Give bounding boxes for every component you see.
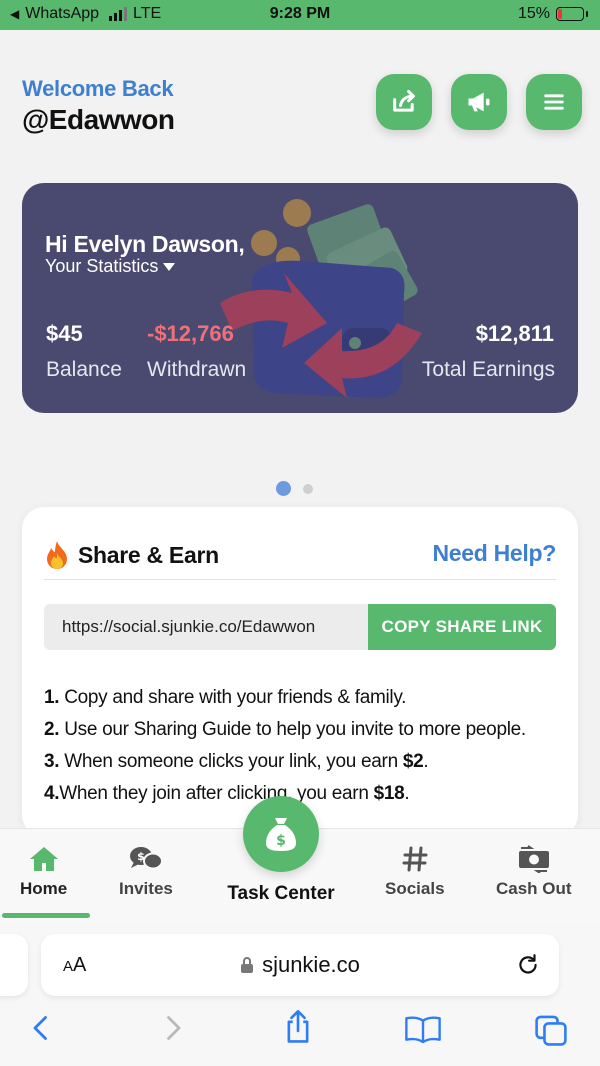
- address-domain: sjunkie.co: [41, 952, 559, 978]
- browser-toolbar: AA sjunkie.co: [0, 922, 600, 1066]
- carousel-dot[interactable]: [303, 483, 313, 494]
- lock-icon: [241, 957, 254, 973]
- money-bag-icon: $: [266, 818, 296, 851]
- back-icon[interactable]: [28, 1014, 56, 1042]
- share-title: Share & Earn: [44, 540, 219, 570]
- battery-percent: 15%: [517, 5, 550, 22]
- hashtag-icon: [402, 846, 428, 872]
- fire-icon: [47, 541, 67, 569]
- step-item: 2. Use our Sharing Guide to help you inv…: [44, 719, 526, 740]
- share-sheet-icon[interactable]: [282, 1010, 314, 1044]
- task-center-button[interactable]: $: [243, 796, 319, 872]
- need-help-link[interactable]: Need Help?: [432, 540, 556, 567]
- tabs-icon[interactable]: [534, 1014, 568, 1046]
- carousel-dot-active[interactable]: [276, 481, 291, 496]
- username: @Edawwon: [22, 104, 175, 135]
- statistics-dropdown-label: Your Statistics: [45, 256, 159, 276]
- previous-tab-preview[interactable]: [0, 934, 28, 996]
- svg-text:$: $: [137, 850, 145, 863]
- home-icon: [29, 847, 58, 871]
- withdrawn-value: -$12,766: [147, 321, 234, 346]
- balance-value: $45: [46, 321, 83, 346]
- bookmarks-icon[interactable]: [404, 1014, 442, 1044]
- announcements-button[interactable]: [451, 74, 507, 130]
- battery-icon: [556, 7, 584, 21]
- megaphone-icon: [468, 92, 490, 112]
- balance-label: Balance: [46, 358, 122, 381]
- chat-money-icon: $: [129, 847, 163, 870]
- share-and-earn-card: Share & Earn Need Help? https://social.s…: [22, 507, 578, 837]
- total-earnings-value: $12,811: [475, 321, 554, 346]
- reload-icon[interactable]: [515, 952, 541, 978]
- share-button[interactable]: [376, 74, 432, 130]
- task-center-label[interactable]: Task Center: [0, 883, 562, 905]
- status-bar: ◀ WhatsApp LTE 9:28 PM 15%: [0, 0, 600, 30]
- menu-button[interactable]: [526, 74, 582, 130]
- share-icon: [393, 89, 415, 112]
- step-item: 3. When someone clicks your link, you ea…: [44, 751, 429, 772]
- cash-out-icon: [518, 845, 549, 873]
- menu-icon: [544, 94, 564, 110]
- battery-indicator: 15%: [518, 5, 588, 23]
- statistics-dropdown[interactable]: Your Statistics: [45, 256, 176, 277]
- greeting: Hi Evelyn Dawson,: [45, 231, 245, 257]
- share-title-text: Share & Earn: [78, 541, 219, 568]
- total-earnings-label: Total Earnings: [421, 358, 555, 381]
- share-steps-list: 1. Copy and share with your friends & fa…: [44, 682, 526, 810]
- address-bar[interactable]: AA sjunkie.co: [41, 934, 559, 996]
- statistics-card[interactable]: Hi Evelyn Dawson, Your Statistics $45 Ba…: [22, 183, 578, 413]
- active-tab-indicator: [2, 913, 90, 918]
- svg-text:$: $: [276, 833, 286, 849]
- copy-share-link-button[interactable]: COPY SHARE LINK: [368, 604, 556, 650]
- divider: [44, 579, 556, 580]
- welcome-heading: Welcome Back: [22, 76, 174, 101]
- carousel-dots: [276, 481, 313, 496]
- clock: 9:28 PM: [269, 5, 331, 22]
- caret-down-icon: [163, 262, 176, 271]
- forward-icon[interactable]: [158, 1014, 186, 1042]
- domain-text: sjunkie.co: [262, 952, 360, 977]
- step-item: 1. Copy and share with your friends & fa…: [44, 687, 407, 708]
- share-link-field[interactable]: https://social.sjunkie.co/Edawwon: [44, 604, 368, 650]
- withdrawn-label: Withdrawn: [147, 358, 247, 381]
